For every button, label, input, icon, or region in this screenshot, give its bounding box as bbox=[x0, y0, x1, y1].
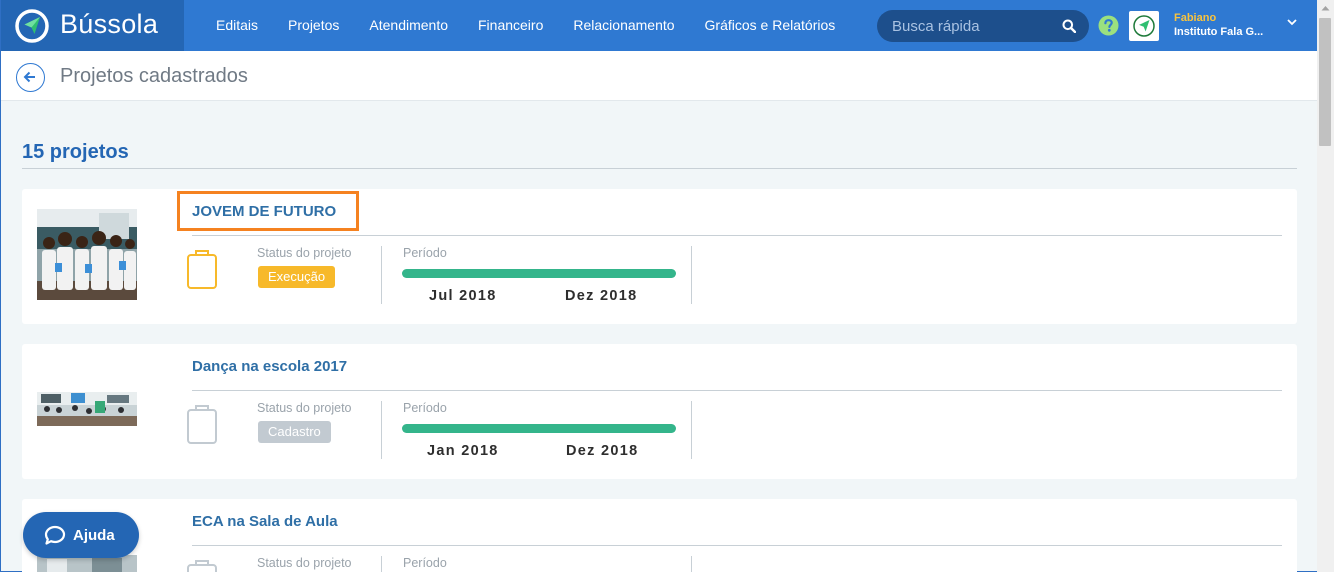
help-button[interactable]: Ajuda bbox=[23, 512, 139, 558]
scrollbar-thumb[interactable] bbox=[1319, 18, 1331, 146]
period-end: Dez 2018 bbox=[565, 288, 638, 304]
chevron-down-icon[interactable] bbox=[1287, 19, 1297, 26]
divider bbox=[22, 168, 1297, 169]
divider bbox=[691, 246, 692, 304]
user-name[interactable]: Fabiano bbox=[1174, 12, 1216, 24]
divider bbox=[192, 390, 1282, 391]
divider bbox=[192, 545, 1282, 546]
status-badge: Cadastro bbox=[258, 421, 331, 443]
project-title[interactable]: Dança na escola 2017 bbox=[192, 358, 347, 375]
period-label: Período bbox=[403, 401, 447, 415]
clipboard-icon bbox=[187, 250, 217, 289]
brand-name: Bússola bbox=[60, 9, 159, 39]
project-thumbnail[interactable] bbox=[37, 209, 137, 300]
project-count-heading: 15 projetos bbox=[22, 141, 129, 163]
nav-item-editais[interactable]: Editais bbox=[201, 0, 273, 51]
period-end: Dez 2018 bbox=[566, 443, 639, 459]
arrow-left-icon bbox=[23, 71, 35, 83]
divider bbox=[691, 401, 692, 459]
divider bbox=[192, 235, 1282, 236]
project-card: Dança na escola 2017 Status do projeto C… bbox=[22, 344, 1297, 479]
divider bbox=[381, 246, 382, 304]
top-navigation-bar: Bússola Editais Projetos Atendimento Fin… bbox=[1, 0, 1317, 51]
period-label: Período bbox=[403, 556, 447, 570]
search-input[interactable] bbox=[877, 10, 1057, 42]
nav-item-projetos[interactable]: Projetos bbox=[273, 0, 354, 51]
status-label: Status do projeto bbox=[257, 556, 352, 570]
search-icon[interactable] bbox=[1062, 19, 1076, 33]
compass-logo-icon bbox=[1133, 15, 1155, 37]
period-start: Jul 2018 bbox=[429, 288, 497, 304]
divider bbox=[381, 401, 382, 459]
project-card: ECA na Sala de Aula Status do projeto Pe… bbox=[22, 499, 1297, 572]
period-bar bbox=[402, 424, 676, 433]
scroll-up-arrow-icon[interactable] bbox=[1321, 5, 1330, 11]
help-label: Ajuda bbox=[73, 527, 115, 544]
status-badge: Execução bbox=[258, 266, 336, 288]
nav-item-atendimento[interactable]: Atendimento bbox=[354, 0, 463, 51]
main-nav: Editais Projetos Atendimento Financeiro … bbox=[201, 0, 850, 51]
project-title[interactable]: JOVEM DE FUTURO bbox=[192, 203, 336, 220]
page-header: Projetos cadastrados bbox=[1, 51, 1317, 101]
status-label: Status do projeto bbox=[257, 401, 352, 415]
nav-item-financeiro[interactable]: Financeiro bbox=[463, 0, 558, 51]
project-card: JOVEM DE FUTURO Status do projeto Execuç… bbox=[22, 189, 1297, 324]
nav-item-graficos-relatorios[interactable]: Gráficos e Relatórios bbox=[690, 0, 851, 51]
question-circle-icon[interactable] bbox=[1098, 15, 1119, 36]
chat-bubble-icon bbox=[44, 525, 66, 545]
user-organization[interactable]: Instituto Fala G... bbox=[1174, 26, 1263, 38]
project-title[interactable]: ECA na Sala de Aula bbox=[192, 513, 338, 530]
project-thumbnail[interactable] bbox=[37, 392, 137, 426]
clipboard-icon bbox=[187, 560, 217, 572]
clipboard-icon bbox=[187, 405, 217, 444]
divider bbox=[381, 556, 382, 572]
period-label: Período bbox=[403, 246, 447, 260]
compass-logo-icon bbox=[15, 9, 49, 43]
scrollbar[interactable] bbox=[1317, 0, 1334, 572]
nav-item-relacionamento[interactable]: Relacionamento bbox=[558, 0, 689, 51]
back-button[interactable] bbox=[16, 63, 45, 92]
period-start: Jan 2018 bbox=[427, 443, 499, 459]
status-label: Status do projeto bbox=[257, 246, 352, 260]
organization-avatar[interactable] bbox=[1129, 11, 1159, 41]
period-bar bbox=[402, 269, 676, 278]
divider bbox=[691, 556, 692, 572]
brand[interactable]: Bússola bbox=[1, 0, 184, 51]
quick-search bbox=[877, 10, 1089, 42]
page-title: Projetos cadastrados bbox=[60, 65, 248, 87]
